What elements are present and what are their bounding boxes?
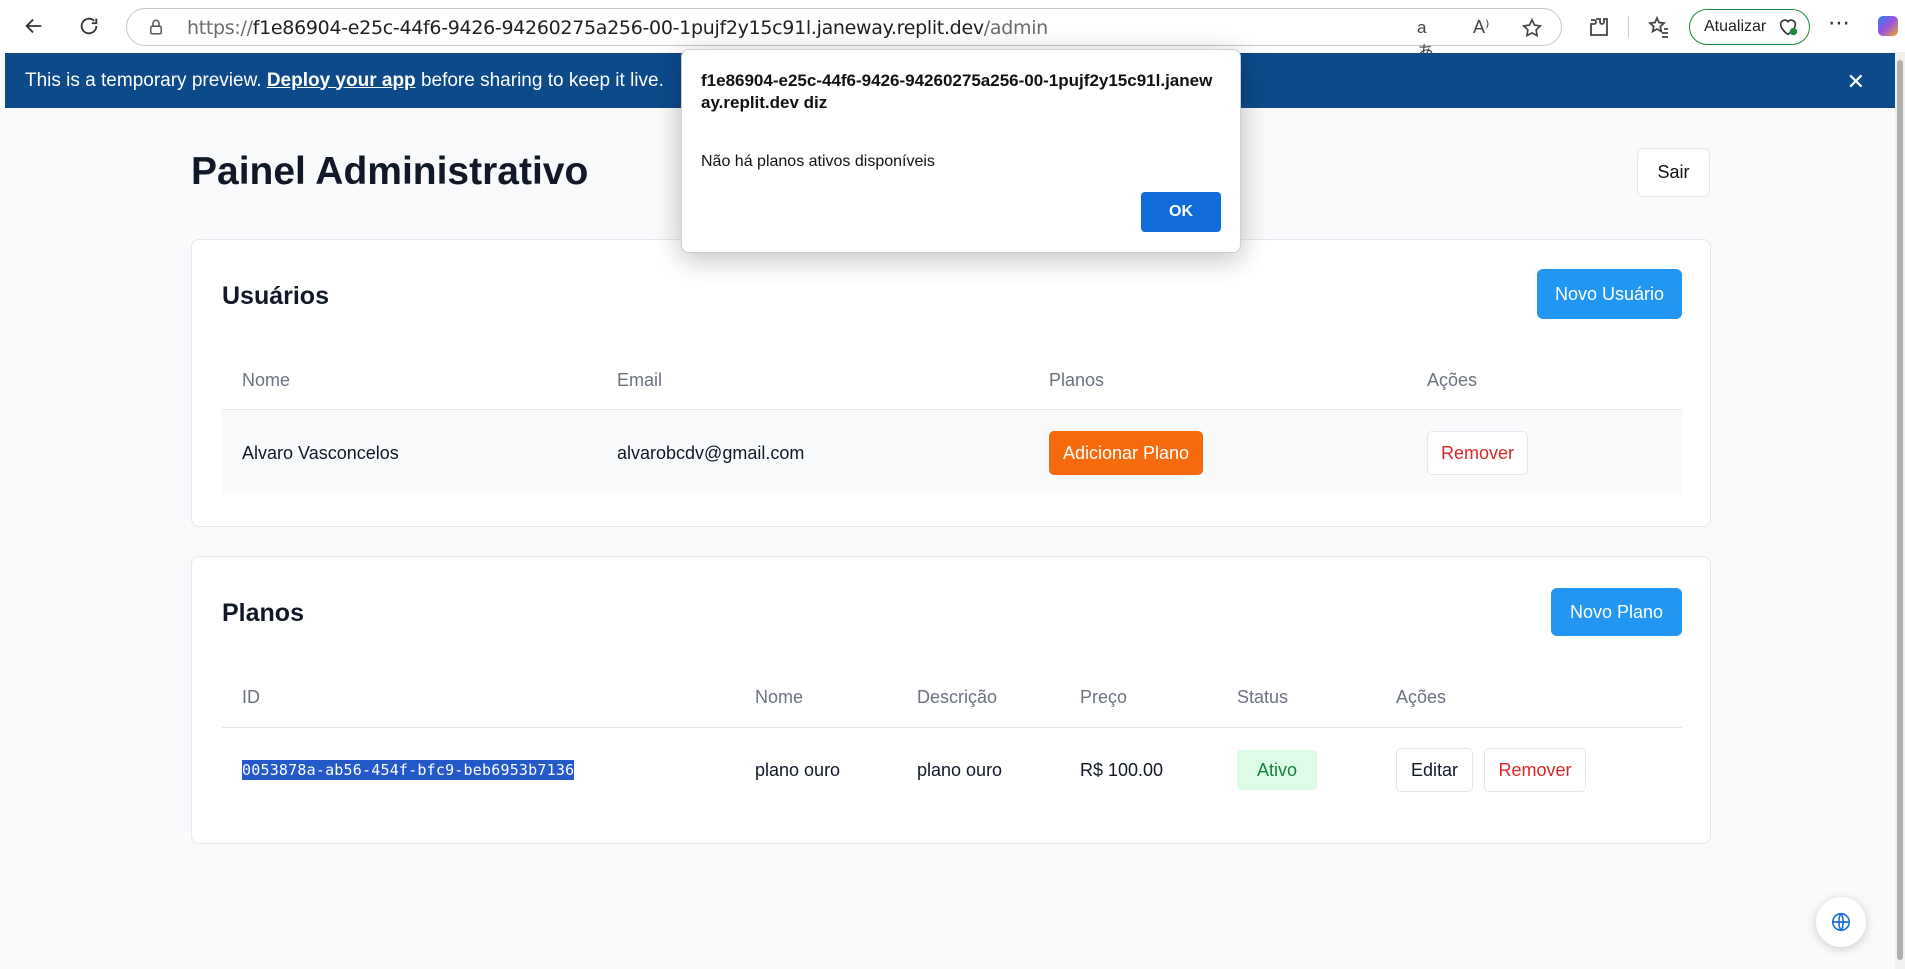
- plans-col-actions: Ações: [1396, 687, 1447, 707]
- plan-description: plano ouro: [917, 760, 1003, 780]
- plans-title: Planos: [222, 599, 304, 627]
- remove-user-button[interactable]: Remover: [1427, 431, 1528, 475]
- url-host: f1e86904-e25c-44f6-9426-94260275a256-00-…: [252, 17, 984, 39]
- alert-dialog: f1e86904-e25c-44f6-9426-94260275a256-00-…: [681, 49, 1241, 253]
- users-col-actions: Ações: [1427, 370, 1478, 390]
- plans-col-name: Nome: [755, 687, 804, 707]
- lock-icon[interactable]: [147, 18, 165, 36]
- add-plan-button[interactable]: Adicionar Plano: [1049, 431, 1203, 475]
- user-email: alvarobcdv@gmail.com: [617, 443, 805, 463]
- dialog-ok-button[interactable]: OK: [1141, 192, 1221, 232]
- scrollbar-thumb[interactable]: [1897, 60, 1903, 960]
- update-label: Atualizar: [1704, 18, 1767, 35]
- language-globe-button[interactable]: [1816, 897, 1866, 947]
- edit-plan-button[interactable]: Editar: [1396, 748, 1473, 792]
- copilot-icon[interactable]: [1878, 16, 1898, 36]
- banner-text-after: before sharing to keep it live.: [415, 69, 664, 91]
- users-title: Usuários: [222, 282, 329, 310]
- translate-icon[interactable]: aあ: [1417, 18, 1439, 62]
- favorite-star-icon[interactable]: [1521, 17, 1543, 39]
- user-name: Alvaro Vasconcelos: [242, 443, 399, 463]
- new-plan-button[interactable]: Novo Plano: [1551, 588, 1682, 636]
- users-col-plans: Planos: [1049, 370, 1105, 390]
- plans-col-price: Preço: [1080, 687, 1128, 707]
- page-title: Painel Administrativo: [191, 150, 589, 193]
- update-browser-button[interactable]: Atualizar: [1689, 9, 1810, 45]
- dialog-message: Não há planos ativos disponíveis: [701, 153, 935, 170]
- extensions-icon[interactable]: [1587, 15, 1611, 39]
- status-badge: Ativo: [1237, 750, 1317, 790]
- back-arrow-icon[interactable]: [16, 8, 52, 44]
- plans-col-description: Descrição: [917, 687, 998, 707]
- browser-toolbar: https://f1e86904-e25c-44f6-9426-94260275…: [0, 0, 1905, 62]
- dialog-origin: f1e86904-e25c-44f6-9426-94260275a256-00-…: [701, 71, 1213, 112]
- url-scheme: https://: [187, 17, 253, 39]
- deploy-app-link[interactable]: Deploy your app: [267, 70, 416, 92]
- remove-plan-button[interactable]: Remover: [1484, 748, 1586, 792]
- plan-name: plano ouro: [755, 760, 841, 780]
- plans-col-status: Status: [1237, 687, 1289, 707]
- plans-col-id: ID: [242, 687, 260, 707]
- users-col-name: Nome: [242, 370, 291, 390]
- url-text[interactable]: https://f1e86904-e25c-44f6-9426-94260275…: [187, 17, 1048, 39]
- toolbar-divider: [1628, 16, 1629, 38]
- url-path: /admin: [983, 17, 1048, 39]
- logout-button[interactable]: Sair: [1637, 148, 1710, 197]
- more-options-icon[interactable]: ⋯: [1828, 10, 1851, 36]
- banner-text-before: This is a temporary preview.: [25, 69, 267, 91]
- reload-icon[interactable]: [71, 8, 107, 44]
- favorites-list-icon[interactable]: [1647, 15, 1671, 39]
- users-col-email: Email: [617, 370, 663, 390]
- read-aloud-icon[interactable]: A⁾: [1473, 17, 1495, 39]
- banner-close-icon[interactable]: ✕: [1847, 69, 1865, 95]
- globe-icon: [1831, 912, 1851, 932]
- users-card: Usuários Novo Usuário Nome Email Planos …: [191, 239, 1711, 527]
- plan-price: R$ 100.00: [1080, 760, 1164, 780]
- browser-health-icon: [1779, 19, 1798, 36]
- new-user-button[interactable]: Novo Usuário: [1537, 269, 1682, 319]
- plans-card: Planos Novo Plano ID Nome Descrição Preç…: [191, 556, 1711, 844]
- plan-id[interactable]: 0053878a-ab56-454f-bfc9-beb6953b7136: [242, 760, 575, 780]
- address-bar[interactable]: https://f1e86904-e25c-44f6-9426-94260275…: [126, 8, 1562, 62]
- plans-header-divider: [222, 727, 1682, 728]
